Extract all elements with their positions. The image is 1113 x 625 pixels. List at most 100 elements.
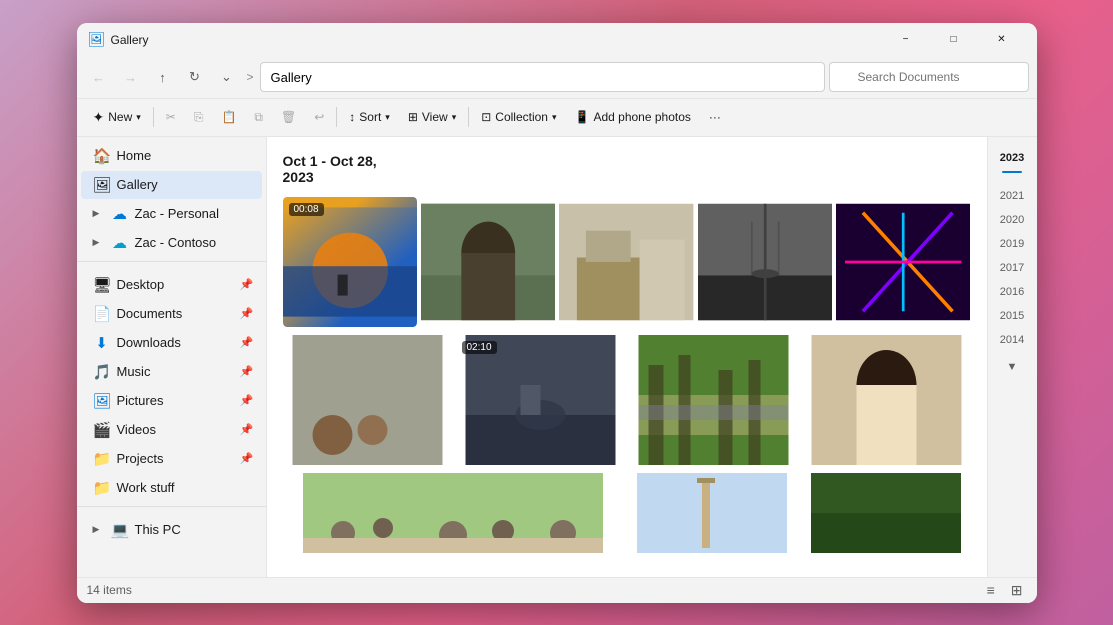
pin-icon2: 📌 bbox=[240, 307, 254, 320]
music-icon: 🎵 bbox=[93, 363, 111, 381]
rename-button[interactable]: ↩ bbox=[306, 102, 332, 132]
new-chevron: ▾ bbox=[136, 112, 141, 123]
cloud-personal-icon: ☁ bbox=[111, 205, 129, 223]
sidebar-item-documents[interactable]: 📄 Documents 📌 bbox=[81, 300, 262, 328]
desktop-icon: 🖥 bbox=[93, 276, 111, 294]
close-button[interactable]: ✕ bbox=[979, 24, 1025, 56]
sidebar-item-thispc-label: This PC bbox=[135, 522, 181, 537]
maximize-button[interactable]: □ bbox=[931, 24, 977, 56]
forward-button[interactable]: → bbox=[117, 63, 145, 91]
pin-icon: 📌 bbox=[240, 278, 254, 291]
item-count: 14 items bbox=[87, 583, 132, 597]
view-icon: ⊞ bbox=[408, 110, 418, 124]
toolbar: ✦ New ▾ ✂ ⎘ 📋 ⧉ 🗑 ↩ ↕ Sort ▾ ⊞ bbox=[77, 99, 1037, 137]
view-button[interactable]: ⊞ View ▾ bbox=[400, 102, 464, 132]
sidebar-item-desktop-label: Desktop bbox=[117, 277, 165, 292]
new-button[interactable]: ✦ New ▾ bbox=[85, 102, 149, 132]
sidebar-item-downloads-label: Downloads bbox=[117, 335, 181, 350]
sidebar-item-videos[interactable]: 🎬 Videos 📌 bbox=[81, 416, 262, 444]
sidebar-item-pictures[interactable]: 🖼 Pictures 📌 bbox=[81, 387, 262, 415]
expand-arrow3: ▶ bbox=[93, 524, 105, 535]
main-area: 🏠 Home 🖼 Gallery ▶ ☁ Zac - Personal ▶ ☁ … bbox=[77, 137, 1037, 577]
up-button[interactable]: ↑ bbox=[149, 63, 177, 91]
sidebar-item-music[interactable]: 🎵 Music 📌 bbox=[81, 358, 262, 386]
photo-9[interactable] bbox=[802, 335, 971, 465]
sidebar-item-home-label: Home bbox=[117, 148, 152, 163]
grid-view-button[interactable]: ⊞ bbox=[1007, 580, 1027, 601]
photo-2[interactable] bbox=[421, 197, 555, 327]
copy-button[interactable]: ⎘ bbox=[186, 102, 212, 132]
paste-button[interactable]: 📋 bbox=[213, 102, 244, 132]
photo-7[interactable]: 02:10 bbox=[456, 335, 625, 465]
sidebar-item-workstuff-label: Work stuff bbox=[117, 480, 175, 495]
sidebar-item-thispc[interactable]: ▶ 💻 This PC bbox=[81, 516, 262, 544]
timeline-year-2020[interactable]: 2020 bbox=[988, 209, 1037, 231]
sidebar-item-zac-contoso[interactable]: ▶ ☁ Zac - Contoso bbox=[81, 229, 262, 257]
photo-12[interactable] bbox=[801, 473, 971, 553]
sidebar-item-desktop[interactable]: 🖥 Desktop 📌 bbox=[81, 271, 262, 299]
sidebar-item-workstuff[interactable]: 📁 Work stuff bbox=[81, 474, 262, 502]
timeline-year-2023[interactable]: 2023 bbox=[988, 147, 1037, 169]
back-button[interactable]: ← bbox=[85, 63, 113, 91]
status-right: ≡ ⊞ bbox=[983, 580, 1027, 601]
sidebar-item-zac-personal[interactable]: ▶ ☁ Zac - Personal bbox=[81, 200, 262, 228]
photo-grid-row3 bbox=[283, 473, 971, 553]
phone-icon: 📱 bbox=[575, 110, 590, 124]
timeline-year-2017[interactable]: 2017 bbox=[988, 257, 1037, 279]
address-input[interactable] bbox=[260, 62, 825, 92]
photo-11[interactable] bbox=[627, 473, 797, 553]
timeline-year-2016[interactable]: 2016 bbox=[988, 281, 1037, 303]
sidebar-item-documents-label: Documents bbox=[117, 306, 183, 321]
video-badge-7: 02:10 bbox=[462, 341, 497, 354]
view-chevron: ▾ bbox=[452, 112, 457, 123]
delete-button[interactable]: 🗑 bbox=[273, 102, 304, 132]
photo-1[interactable]: 00:08 bbox=[283, 197, 417, 327]
sort-icon: ↕ bbox=[349, 110, 355, 124]
recent-locations-button[interactable]: ⌄ bbox=[213, 63, 241, 91]
pin-icon3: 📌 bbox=[240, 336, 254, 349]
photo-grid-row1: 00:08 bbox=[283, 197, 971, 327]
paste-icon: 📋 bbox=[221, 110, 236, 124]
pin-icon4: 📌 bbox=[240, 365, 254, 378]
list-view-button[interactable]: ≡ bbox=[983, 580, 999, 600]
sidebar-item-videos-label: Videos bbox=[117, 422, 157, 437]
photo-8[interactable] bbox=[629, 335, 798, 465]
add-phone-label: Add phone photos bbox=[593, 110, 690, 124]
more-button[interactable]: ··· bbox=[701, 102, 729, 132]
sidebar: 🏠 Home 🖼 Gallery ▶ ☁ Zac - Personal ▶ ☁ … bbox=[77, 137, 267, 577]
photo-3[interactable] bbox=[559, 197, 693, 327]
sidebar-item-downloads[interactable]: ⬇ Downloads 📌 bbox=[81, 329, 262, 357]
view-label: View bbox=[422, 110, 448, 124]
sidebar-item-projects-label: Projects bbox=[117, 451, 164, 466]
home-icon: 🏠 bbox=[93, 147, 111, 165]
video-badge-1: 00:08 bbox=[289, 203, 324, 216]
sidebar-item-projects[interactable]: 📁 Projects 📌 bbox=[81, 445, 262, 473]
copy2-icon: ⧉ bbox=[254, 110, 263, 125]
sort-label: Sort bbox=[359, 110, 381, 124]
sidebar-item-gallery[interactable]: 🖼 Gallery bbox=[81, 171, 262, 199]
photo-4[interactable] bbox=[698, 197, 832, 327]
sidebar-item-zac-contoso-label: Zac - Contoso bbox=[135, 235, 217, 250]
refresh-button[interactable]: ↻ bbox=[181, 63, 209, 91]
add-phone-button[interactable]: 📱 Add phone photos bbox=[567, 102, 699, 132]
timeline-year-2019[interactable]: 2019 bbox=[988, 233, 1037, 255]
collection-label: Collection bbox=[495, 110, 548, 124]
photo-6[interactable] bbox=[283, 335, 452, 465]
sidebar-sep2 bbox=[77, 506, 266, 512]
timeline-year-2015[interactable]: 2015 bbox=[988, 305, 1037, 327]
minimize-button[interactable]: − bbox=[883, 24, 929, 56]
sort-button[interactable]: ↕ Sort ▾ bbox=[341, 102, 398, 132]
photo-10[interactable] bbox=[283, 473, 623, 553]
timeline-year-2021[interactable]: 2021 bbox=[988, 185, 1037, 207]
copy2-button[interactable]: ⧉ bbox=[246, 102, 271, 132]
photo-grid-row2: 02:10 bbox=[283, 335, 971, 465]
timeline-year-2014[interactable]: 2014 bbox=[988, 329, 1037, 351]
photo-5[interactable] bbox=[836, 197, 970, 327]
collection-icon: ⊡ bbox=[481, 110, 491, 124]
cut-button[interactable]: ✂ bbox=[158, 102, 184, 132]
timeline-scroll-down[interactable]: ▼ bbox=[1002, 357, 1022, 377]
sidebar-item-home[interactable]: 🏠 Home bbox=[81, 142, 262, 170]
sep2 bbox=[336, 107, 337, 127]
collection-button[interactable]: ⊡ Collection ▾ bbox=[473, 102, 564, 132]
search-input[interactable] bbox=[829, 62, 1029, 92]
